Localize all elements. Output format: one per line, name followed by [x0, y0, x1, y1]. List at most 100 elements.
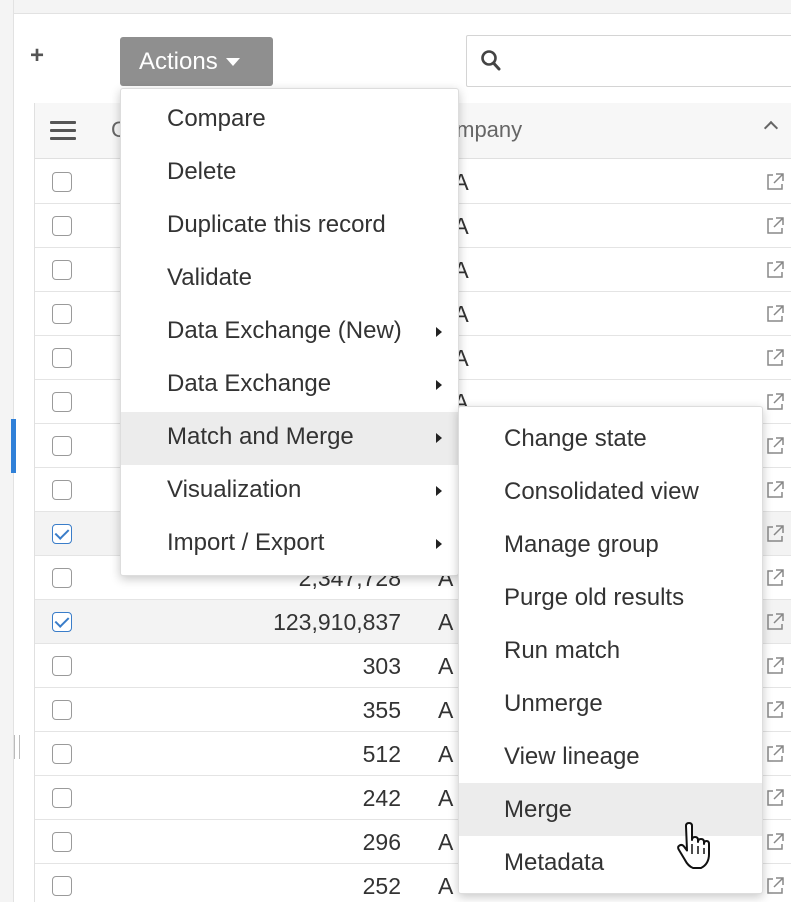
submenu-item-label: Consolidated view: [504, 478, 699, 505]
row-company: A: [438, 785, 454, 811]
submenu-item-manage-group[interactable]: Manage group: [459, 518, 762, 571]
submenu-item-label: View lineage: [504, 743, 640, 770]
row-checkbox[interactable]: [52, 832, 72, 852]
row-checkbox[interactable]: [52, 480, 72, 500]
open-external-icon[interactable]: [764, 831, 786, 853]
open-external-icon[interactable]: [764, 479, 786, 501]
row-value: 355: [362, 697, 401, 723]
menu-item-label: Delete: [167, 158, 237, 185]
menu-item-label: Visualization: [167, 476, 302, 503]
open-external-icon[interactable]: [764, 611, 786, 633]
row-value: 303: [362, 653, 401, 679]
open-external-icon[interactable]: [764, 303, 786, 325]
submenu-arrow-icon: [436, 327, 442, 337]
row-checkbox[interactable]: [52, 876, 72, 896]
menu-item-label: Data Exchange: [167, 370, 332, 397]
submenu-item-label: Change state: [504, 425, 647, 452]
submenu-item-merge[interactable]: Merge: [459, 783, 762, 836]
submenu-arrow-icon: [436, 433, 442, 443]
open-external-icon[interactable]: [764, 567, 786, 589]
row-company: A: [438, 741, 454, 767]
submenu-item-consolidated-view[interactable]: Consolidated view: [459, 465, 762, 518]
row-company: A: [438, 653, 454, 679]
submenu-item-run-match[interactable]: Run match: [459, 624, 762, 677]
row-company: A: [438, 697, 454, 723]
add-record-button[interactable]: +: [30, 44, 44, 68]
menu-item-delete[interactable]: Delete: [121, 147, 458, 200]
menu-item-compare[interactable]: Compare: [121, 94, 458, 147]
search-box[interactable]: [466, 35, 791, 87]
menu-item-label: Compare: [167, 105, 266, 132]
window-top-edge: [14, 0, 791, 14]
open-external-icon[interactable]: [764, 259, 786, 281]
menu-item-data-exchange-new[interactable]: Data Exchange (New): [121, 306, 458, 359]
actions-button-label: Actions: [139, 47, 218, 75]
submenu-arrow-icon: [436, 486, 442, 496]
row-checkbox[interactable]: [52, 392, 72, 412]
submenu-item-label: Merge: [504, 796, 573, 823]
submenu-arrow-icon: [436, 380, 442, 390]
row-checkbox[interactable]: [52, 524, 72, 544]
row-checkbox[interactable]: [52, 348, 72, 368]
menu-item-label: Import / Export: [167, 529, 325, 556]
sort-ascending-icon[interactable]: [763, 120, 779, 136]
submenu-item-change-state[interactable]: Change state: [459, 412, 762, 465]
submenu-item-unmerge[interactable]: Unmerge: [459, 677, 762, 730]
row-checkbox[interactable]: [52, 216, 72, 236]
menu-item-validate[interactable]: Validate: [121, 253, 458, 306]
submenu-item-label: Manage group: [504, 531, 659, 558]
column-menu-icon[interactable]: [50, 121, 76, 141]
open-external-icon[interactable]: [764, 391, 786, 413]
menu-item-import-export[interactable]: Import / Export: [121, 518, 458, 571]
row-checkbox[interactable]: [52, 568, 72, 588]
row-value: 252: [362, 873, 401, 899]
hand-pointer-cursor-icon: [677, 822, 710, 869]
menu-item-label: Duplicate this record: [167, 211, 386, 238]
selection-accent-bar: [11, 419, 16, 473]
row-checkbox[interactable]: [52, 304, 72, 324]
caret-down-icon: [225, 57, 240, 66]
row-checkbox[interactable]: [52, 612, 72, 632]
row-value: 242: [362, 785, 401, 811]
open-external-icon[interactable]: [764, 875, 786, 897]
column-header-company[interactable]: Company: [441, 117, 561, 143]
menu-item-label: Match and Merge: [167, 423, 354, 450]
submenu-item-label: Purge old results: [504, 584, 685, 611]
open-external-icon[interactable]: [764, 435, 786, 457]
row-company: A: [438, 609, 454, 635]
open-external-icon[interactable]: [764, 347, 786, 369]
open-external-icon[interactable]: [764, 743, 786, 765]
open-external-icon[interactable]: [764, 655, 786, 677]
search-input[interactable]: [511, 46, 781, 76]
row-checkbox[interactable]: [52, 656, 72, 676]
actions-button[interactable]: Actions: [120, 37, 273, 86]
menu-item-data-exchange[interactable]: Data Exchange: [121, 359, 458, 412]
row-checkbox[interactable]: [52, 700, 72, 720]
menu-item-visualization[interactable]: Visualization: [121, 465, 458, 518]
row-checkbox[interactable]: [52, 260, 72, 280]
submenu-item-metadata[interactable]: Metadata: [459, 836, 762, 889]
submenu-item-purge-old-results[interactable]: Purge old results: [459, 571, 762, 624]
actions-menu: Compare Delete Duplicate this record Valida…: [120, 88, 459, 576]
submenu-item-label: Run match: [504, 637, 621, 664]
panel-resize-handle[interactable]: [14, 735, 20, 759]
menu-item-match-and-merge[interactable]: Match and Merge: [121, 412, 458, 465]
row-checkbox[interactable]: [52, 172, 72, 192]
open-external-icon[interactable]: [764, 171, 786, 193]
submenu-item-label: Metadata: [504, 849, 605, 876]
submenu-arrow-icon: [436, 539, 442, 549]
row-checkbox[interactable]: [52, 744, 72, 764]
open-external-icon[interactable]: [764, 215, 786, 237]
menu-item-label: Validate: [167, 264, 252, 291]
open-external-icon[interactable]: [764, 699, 786, 721]
search-icon: [481, 50, 501, 71]
row-checkbox[interactable]: [52, 436, 72, 456]
submenu-item-view-lineage[interactable]: View lineage: [459, 730, 762, 783]
open-external-icon[interactable]: [764, 787, 786, 809]
row-value: 512: [362, 741, 401, 767]
menu-item-label: Data Exchange (New): [167, 317, 402, 344]
menu-item-duplicate-this-record[interactable]: Duplicate this record: [121, 200, 458, 253]
submenu-item-label: Unmerge: [504, 690, 603, 717]
open-external-icon[interactable]: [764, 523, 786, 545]
row-checkbox[interactable]: [52, 788, 72, 808]
